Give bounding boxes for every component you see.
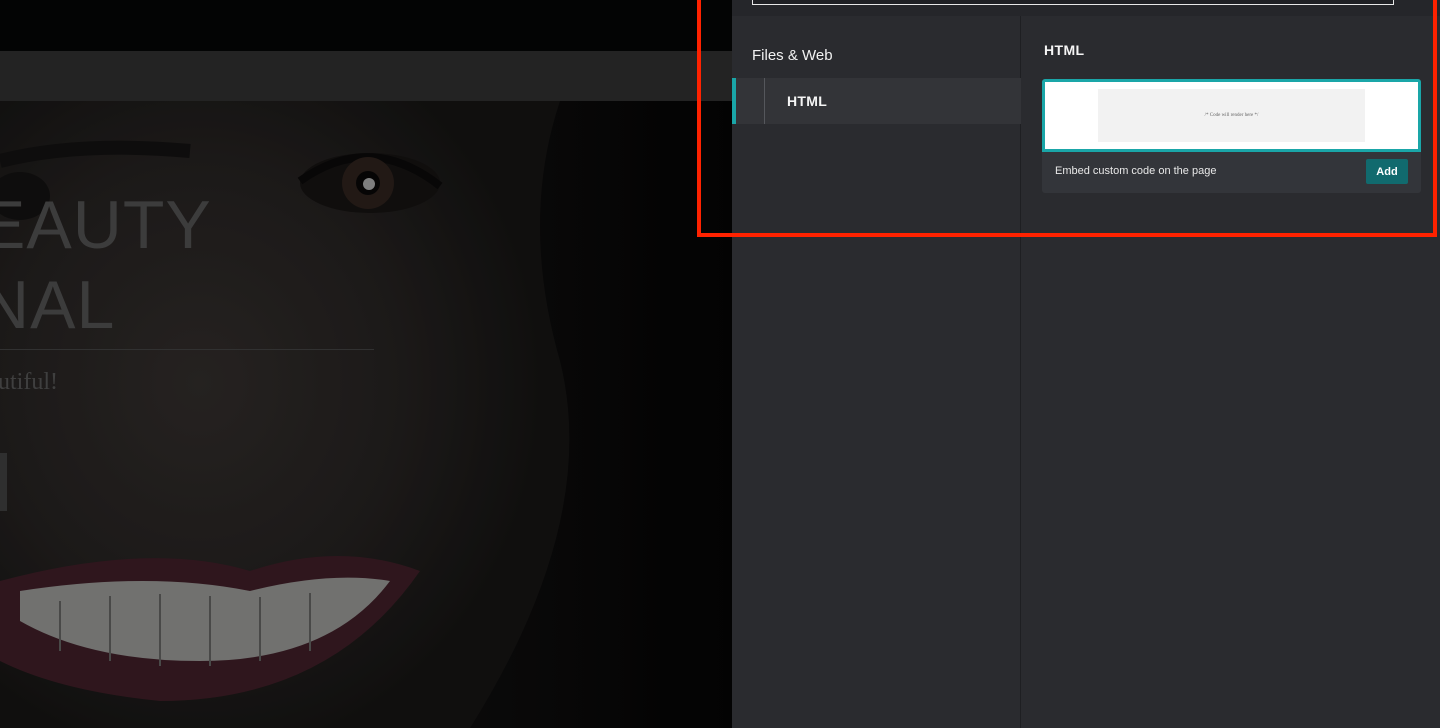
code-preview-box: /* Code will render here */ bbox=[1098, 89, 1365, 142]
section-list: HTML /* Code will render here */ Embed c… bbox=[1022, 16, 1440, 728]
search-input[interactable] bbox=[752, 0, 1394, 5]
category-sidebar: Files & Web HTML bbox=[732, 16, 1021, 728]
site-header-bar bbox=[0, 0, 732, 51]
site-preview: EAUTY NAL utiful! bbox=[0, 0, 732, 728]
card-description: Embed custom code on the page bbox=[1055, 165, 1217, 177]
hero-section: EAUTY NAL utiful! bbox=[0, 101, 732, 728]
category-item-html[interactable]: HTML bbox=[732, 78, 1021, 124]
selected-indicator bbox=[732, 78, 736, 124]
category-item-label: HTML bbox=[787, 93, 828, 109]
hero-cta-button bbox=[0, 453, 7, 511]
code-placeholder-text: /* Code will render here */ bbox=[1204, 113, 1259, 118]
add-section-panel: Files & Web HTML HTML /* Code will rende… bbox=[732, 0, 1440, 728]
section-heading: HTML bbox=[1044, 42, 1085, 58]
hero-divider bbox=[0, 349, 374, 350]
search-row bbox=[732, 0, 1440, 16]
category-group-label: Files & Web bbox=[752, 47, 833, 64]
html-section-card[interactable]: /* Code will render here */ Embed custom… bbox=[1042, 79, 1421, 193]
card-preview[interactable]: /* Code will render here */ bbox=[1042, 79, 1421, 152]
add-button[interactable]: Add bbox=[1366, 159, 1408, 184]
hero-title: EAUTY NAL bbox=[0, 187, 212, 343]
site-nav-bar bbox=[0, 51, 732, 101]
category-item-guide bbox=[764, 78, 765, 124]
hero-subtitle: utiful! bbox=[0, 369, 58, 395]
